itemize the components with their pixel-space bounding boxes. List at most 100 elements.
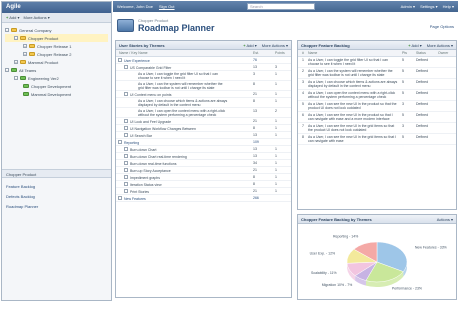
tree-node[interactable]: + Mammal Product [5,58,108,66]
sign-out-link[interactable]: Sign Out [159,4,175,9]
tree-more-actions-button[interactable]: More Actions ▾ [23,15,49,20]
story-name: UI Navigation Workflow Changes Between [130,127,196,131]
row-checkbox[interactable] [124,154,128,158]
col-est[interactable]: Est. [253,51,275,55]
backlog-more-actions-button[interactable]: More Actions ▾ [427,43,453,48]
row-checkbox[interactable] [124,175,128,179]
collapse-icon[interactable]: - [5,28,9,32]
theme-row[interactable]: User Experience 76 [116,57,291,64]
backlog-row[interactable]: 2 As a User, I can the system will rememb… [298,68,456,79]
tree-node[interactable]: - All Teams [5,66,108,74]
story-row[interactable]: Iteration Status view 8 1 [116,181,291,188]
pts-cell: 5 [402,135,404,139]
story-row[interactable]: Burn-up Story Acceptance 21 1 [116,167,291,174]
row-checkbox[interactable] [124,147,128,151]
tree-node[interactable]: - General Company [5,26,108,34]
row-checkbox[interactable] [124,92,128,96]
expand-icon[interactable]: + [23,52,27,56]
tree-node[interactable]: + Chopper Release 1 [5,42,108,50]
story-row[interactable]: As a User, I can toggle the grid filter … [116,71,291,81]
story-row[interactable]: US Comparable Grid Filter 13 3 [116,64,291,71]
story-row[interactable]: UI Context menu on points 21 1 [116,91,291,98]
estimate-cell: 76 [253,58,257,62]
row-checkbox[interactable] [118,58,122,62]
row-checkbox[interactable] [124,65,128,69]
story-row[interactable]: UI Search Bar 13 1 [116,132,291,139]
tree-node[interactable]: Mammal Development [5,90,108,98]
row-checkbox[interactable] [124,126,128,130]
expand-icon[interactable]: + [23,44,27,48]
estimate-cell: 8 [253,99,255,103]
status-cell: Defined [416,135,429,139]
estimate-cell: 8 [253,182,255,186]
row-checkbox[interactable] [124,119,128,123]
settings-menu[interactable]: Settings ▾ [420,4,438,9]
story-row[interactable]: UI Navigation Workflow Changes Between 8 1 [116,125,291,132]
backlog-row[interactable]: 4 As a User, I can open the context menu … [298,90,456,101]
panel-title: Chopper Feature Backlog by Themes [301,216,372,222]
status-cell: Defined [416,69,429,73]
row-checkbox[interactable] [124,161,128,165]
story-row[interactable]: UI Look and Feel Upgrade 21 1 [116,118,291,125]
tree-node[interactable]: - Engineering Ver2 [5,74,108,82]
backlog-row[interactable]: 5 As a User, I can see the new UI in the … [298,101,456,112]
col-pts[interactable]: Pts [402,51,416,55]
chart-actions-button[interactable]: Actions ▾ [437,217,453,222]
tree-node[interactable]: + Chopper Release 2 [5,50,108,58]
tree-node[interactable]: - Chopper Product [5,34,108,42]
backlog-row[interactable]: 3 As a User, I can choose which items & a… [298,79,456,90]
backlog-row[interactable]: 8 As a User, I can see the new UI in the … [298,134,456,145]
col-name[interactable]: Name [308,51,402,55]
col-owner[interactable]: Owner [438,51,456,55]
panel-header: User Stories by Themes + Add ▾ More Acti… [116,41,291,50]
row-checkbox[interactable] [124,168,128,172]
story-row[interactable]: As a User, I can choose which items & ac… [116,98,291,108]
expand-icon[interactable]: + [14,60,18,64]
backlog-row[interactable]: 7 As a User, I can see the new UI in the … [298,123,456,134]
story-row[interactable]: Burn-down real-time functions 34 1 [116,160,291,167]
story-row[interactable]: Burn-down Chart real-time rendering 13 1 [116,153,291,160]
link-defects-backlog[interactable]: Defects Backlog [6,194,35,199]
tree-node[interactable]: Chopper Development [5,82,108,90]
row-checkbox[interactable] [124,182,128,186]
story-row[interactable]: Burn-down Chart 13 1 [116,146,291,153]
col-rank[interactable]: # [298,51,308,55]
col-status[interactable]: Status [416,51,438,55]
admin-menu[interactable]: Admin ▾ [401,4,415,9]
tree-add-button[interactable]: + Add ▾ [6,15,19,20]
points-cell: 1 [275,161,277,165]
col-name[interactable]: Name / Key Name [116,51,253,55]
help-menu[interactable]: Help ▾ [443,4,454,9]
collapse-icon[interactable]: - [5,68,9,72]
search-input[interactable]: Search [247,3,315,10]
tree-node-label: Mammal Product [28,59,59,65]
stories-add-button[interactable]: + Add ▾ [243,43,256,48]
column-header: # Name Pts Status Owner [298,50,456,57]
points-cell: 1 [275,92,277,96]
story-name: New Features [124,197,146,201]
page-options-link[interactable]: Page Options [430,24,454,29]
link-feature-backlog[interactable]: Feature Backlog [6,184,35,189]
story-row[interactable]: Print Stories 21 1 [116,188,291,195]
link-roadmap-planner[interactable]: Roadmap Planner [6,204,38,209]
row-checkbox[interactable] [118,140,122,144]
collapse-icon[interactable]: - [14,36,18,40]
stories-more-actions-button[interactable]: More Actions ▾ [262,43,288,48]
story-name-cell: User Experience [116,58,253,63]
backlog-row[interactable]: 1 As a User, I can toggle the grid filter… [298,57,456,68]
backlog-add-button[interactable]: + Add ▾ [408,43,421,48]
col-points[interactable]: Points [275,51,291,55]
row-checkbox[interactable] [118,196,122,200]
row-checkbox[interactable] [124,189,128,193]
tree-node-label: Chopper Release 2 [37,51,72,57]
collapse-icon[interactable]: - [14,76,18,80]
backlog-row[interactable]: 6 As a User, I can see the new UI in the … [298,112,456,123]
story-name-cell: UI Search Bar [116,133,253,138]
story-row[interactable]: Impediment graphs 8 1 [116,174,291,181]
story-row[interactable]: As a User, I can the system will remembe… [116,81,291,91]
theme-row[interactable]: New Features 266 [116,195,291,202]
story-row[interactable]: As a User, I can open the context menu w… [116,108,291,118]
panel-title: Chopper Feature Backlog [301,42,350,48]
row-checkbox[interactable] [124,133,128,137]
theme-row[interactable]: Reporting 109 [116,139,291,146]
